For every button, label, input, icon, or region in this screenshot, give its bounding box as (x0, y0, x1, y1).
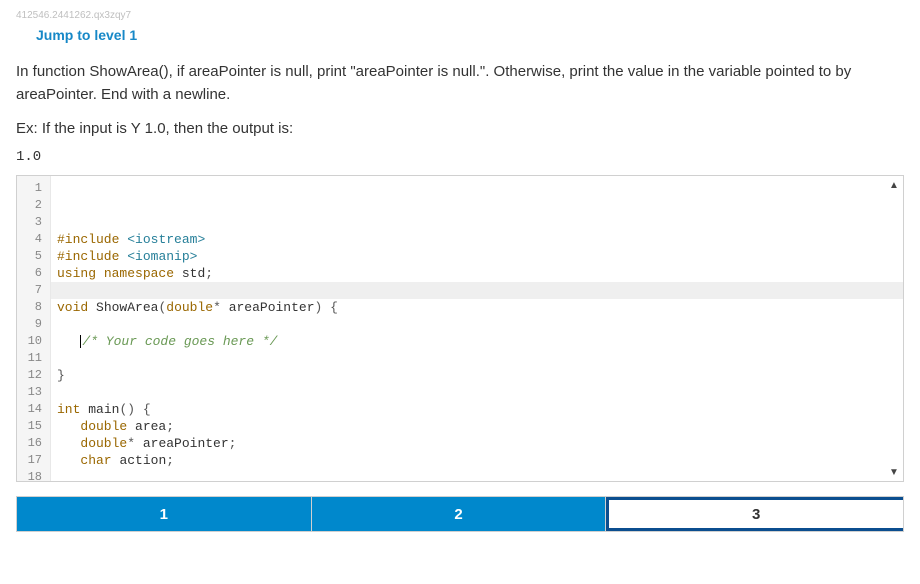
line-number: 14 (21, 401, 42, 418)
example-label: Ex: If the input is Y 1.0, then the outp… (16, 120, 904, 137)
line-number: 7 (21, 282, 42, 299)
level-tab-3[interactable]: 3 (606, 497, 903, 531)
line-number: 16 (21, 435, 42, 452)
code-line[interactable]: using namespace std; (57, 265, 897, 282)
problem-description: In function ShowArea(), if areaPointer i… (16, 61, 904, 106)
code-area[interactable]: #include <iostream>#include <iomanip>usi… (51, 176, 903, 481)
level-tabs: 123 (16, 496, 904, 532)
code-line[interactable] (57, 469, 897, 481)
example-output: 1.0 (16, 149, 904, 165)
line-number: 3 (21, 214, 42, 231)
code-line[interactable] (57, 350, 897, 367)
line-number: 6 (21, 265, 42, 282)
level-tab-1[interactable]: 1 (17, 497, 312, 531)
activity-id-label: 412546.2441262.qx3zqy7 (16, 10, 904, 21)
code-line[interactable]: double* areaPointer; (57, 435, 897, 452)
line-number-gutter: 123456789101112131415161718 (17, 176, 51, 481)
line-number: 5 (21, 248, 42, 265)
code-line[interactable]: #include <iomanip> (57, 248, 897, 265)
code-line[interactable]: int main() { (57, 401, 897, 418)
line-number: 18 (21, 469, 42, 481)
line-number: 15 (21, 418, 42, 435)
code-line[interactable] (57, 384, 897, 401)
line-number: 1 (21, 180, 42, 197)
line-number: 4 (21, 231, 42, 248)
line-number: 17 (21, 452, 42, 469)
line-number: 2 (21, 197, 42, 214)
code-line[interactable]: #include <iostream> (57, 231, 897, 248)
level-tab-2[interactable]: 2 (312, 497, 607, 531)
code-line[interactable]: void ShowArea(double* areaPointer) { (57, 299, 897, 316)
line-number: 13 (21, 384, 42, 401)
code-line[interactable]: } (57, 367, 897, 384)
jump-to-level-link[interactable]: Jump to level 1 (36, 27, 137, 43)
line-number: 8 (21, 299, 42, 316)
line-number: 9 (21, 316, 42, 333)
code-line[interactable]: /* Your code goes here */ (57, 333, 897, 350)
code-line[interactable]: char action; (57, 452, 897, 469)
code-editor[interactable]: ▲ ▼ 123456789101112131415161718 #include… (16, 175, 904, 482)
line-number: 11 (21, 350, 42, 367)
line-number: 12 (21, 367, 42, 384)
code-line[interactable] (57, 282, 897, 299)
code-line[interactable] (57, 316, 897, 333)
code-line[interactable]: double area; (57, 418, 897, 435)
line-number: 10 (21, 333, 42, 350)
